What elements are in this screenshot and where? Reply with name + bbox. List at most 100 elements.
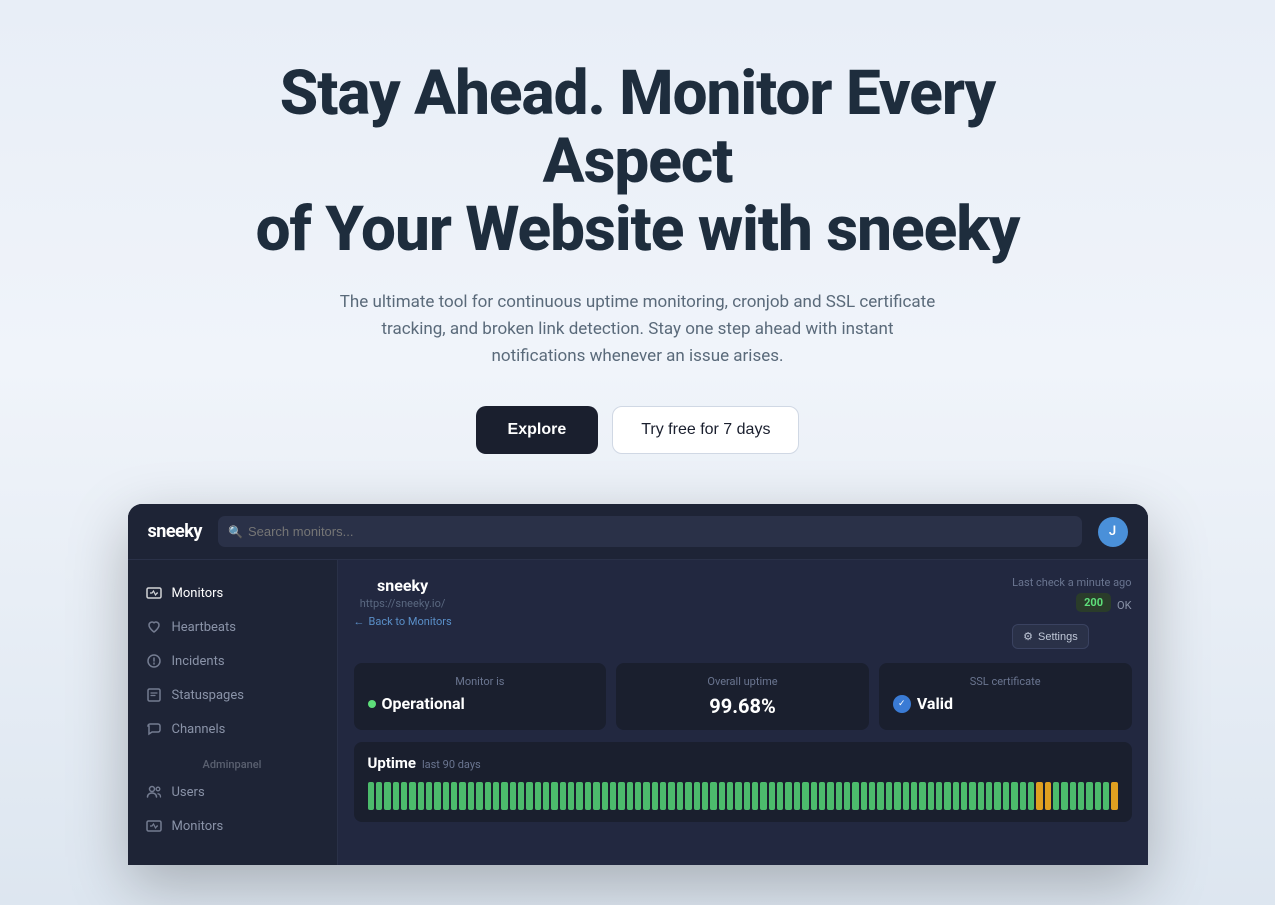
uptime-bar — [978, 782, 984, 810]
uptime-bar — [660, 782, 666, 810]
monitor-header: sneeky https://sneeky.io/ ← Back to Moni… — [354, 576, 1132, 649]
monitor-status-area: Last check a minute ago 200 OK ⚙ Setting… — [1012, 576, 1131, 649]
sidebar-label-heartbeats: Heartbeats — [172, 620, 236, 635]
hero-title: Stay Ahead. Monitor Every Aspect of Your… — [188, 60, 1088, 265]
uptime-bar — [861, 782, 867, 810]
uptime-bar — [643, 782, 649, 810]
uptime-bar — [794, 782, 800, 810]
last-check-text: Last check a minute ago — [1012, 576, 1131, 589]
uptime-bar — [944, 782, 950, 810]
uptime-bar — [543, 782, 549, 810]
uptime-bar — [585, 782, 591, 810]
uptime-bar — [535, 782, 541, 810]
uptime-bar — [919, 782, 925, 810]
sidebar-item-channels[interactable]: Channels — [128, 712, 337, 746]
uptime-bar — [710, 782, 716, 810]
uptime-bar — [1111, 782, 1117, 810]
uptime-bar — [618, 782, 624, 810]
uptime-section: Uptime last 90 days — [354, 742, 1132, 822]
uptime-bar — [1070, 782, 1076, 810]
uptime-bar — [493, 782, 499, 810]
sidebar-item-statuspages[interactable]: Statuspages — [128, 678, 337, 712]
uptime-bar — [1053, 782, 1059, 810]
sidebar-label-channels: Channels — [172, 722, 226, 737]
uptime-bar — [434, 782, 440, 810]
uptime-bar — [852, 782, 858, 810]
uptime-bar — [501, 782, 507, 810]
uptime-bar — [928, 782, 934, 810]
uptime-bar — [1061, 782, 1067, 810]
uptime-bar — [409, 782, 415, 810]
search-icon: 🔍 — [228, 525, 243, 539]
back-to-monitors[interactable]: ← Back to Monitors — [354, 615, 452, 628]
uptime-bar — [953, 782, 959, 810]
hero-section: Stay Ahead. Monitor Every Aspect of Your… — [0, 0, 1275, 905]
sidebar-item-users[interactable]: Users — [128, 775, 337, 809]
uptime-bar — [1028, 782, 1034, 810]
uptime-bar — [760, 782, 766, 810]
uptime-bar — [911, 782, 917, 810]
uptime-bar — [869, 782, 875, 810]
sidebar-item-heartbeats[interactable]: Heartbeats — [128, 610, 337, 644]
uptime-bar — [1095, 782, 1101, 810]
uptime-bar — [610, 782, 616, 810]
try-free-button[interactable]: Try free for 7 days — [612, 406, 799, 454]
uptime-bar — [560, 782, 566, 810]
uptime-bar — [994, 782, 1000, 810]
sidebar: Monitors Heartbeats Incidents Statuspage… — [128, 560, 338, 865]
uptime-bar — [451, 782, 457, 810]
uptime-bar — [752, 782, 758, 810]
uptime-bars — [368, 782, 1118, 810]
uptime-bar — [1020, 782, 1026, 810]
uptime-bar — [468, 782, 474, 810]
uptime-bar — [510, 782, 516, 810]
sidebar-label-incidents: Incidents — [172, 654, 225, 669]
uptime-bar — [744, 782, 750, 810]
sidebar-item-admin-monitors[interactable]: Monitors — [128, 809, 337, 843]
gear-icon: ⚙ — [1023, 630, 1033, 643]
hero-buttons: Explore Try free for 7 days — [20, 406, 1255, 454]
monitor-url: https://sneeky.io/ — [354, 597, 452, 610]
uptime-bar — [685, 782, 691, 810]
settings-button[interactable]: ⚙ Settings — [1012, 624, 1089, 649]
dashboard-main: Monitors Heartbeats Incidents Statuspage… — [128, 560, 1148, 865]
uptime-bar — [668, 782, 674, 810]
uptime-bar — [719, 782, 725, 810]
uptime-bar — [1003, 782, 1009, 810]
dashboard-logo: sneeky — [148, 521, 202, 542]
uptime-bar — [969, 782, 975, 810]
uptime-bar — [526, 782, 532, 810]
uptime-bar — [485, 782, 491, 810]
uptime-bar — [602, 782, 608, 810]
uptime-bar — [903, 782, 909, 810]
monitor-info: sneeky https://sneeky.io/ ← Back to Moni… — [354, 576, 452, 628]
uptime-bar — [652, 782, 658, 810]
uptime-bar — [802, 782, 808, 810]
search-input[interactable] — [218, 516, 1082, 547]
uptime-bar — [1078, 782, 1084, 810]
sidebar-label-admin-monitors: Monitors — [172, 819, 224, 834]
shield-check-icon: ✓ — [893, 695, 911, 713]
uptime-bar — [727, 782, 733, 810]
uptime-bar — [384, 782, 390, 810]
uptime-bar — [827, 782, 833, 810]
status-200-badge: 200 — [1076, 593, 1111, 612]
uptime-bar — [518, 782, 524, 810]
uptime-bar — [1036, 782, 1042, 810]
sidebar-label-users: Users — [172, 785, 205, 800]
explore-button[interactable]: Explore — [476, 406, 599, 454]
uptime-bar — [576, 782, 582, 810]
uptime-bar — [376, 782, 382, 810]
stat-uptime: Overall uptime 99.68% — [616, 663, 869, 730]
uptime-bar — [551, 782, 557, 810]
dashboard-topbar: sneeky 🔍 J — [128, 504, 1148, 560]
uptime-bar — [418, 782, 424, 810]
hero-subtitle: The ultimate tool for continuous uptime … — [338, 289, 938, 371]
dashboard-preview: sneeky 🔍 J Monitors Heartbeats — [128, 504, 1148, 865]
uptime-bar — [443, 782, 449, 810]
status-ok-text: OK — [1117, 599, 1131, 612]
uptime-bar — [844, 782, 850, 810]
sidebar-item-incidents[interactable]: Incidents — [128, 644, 337, 678]
uptime-bar — [819, 782, 825, 810]
sidebar-item-monitors[interactable]: Monitors — [128, 576, 337, 610]
